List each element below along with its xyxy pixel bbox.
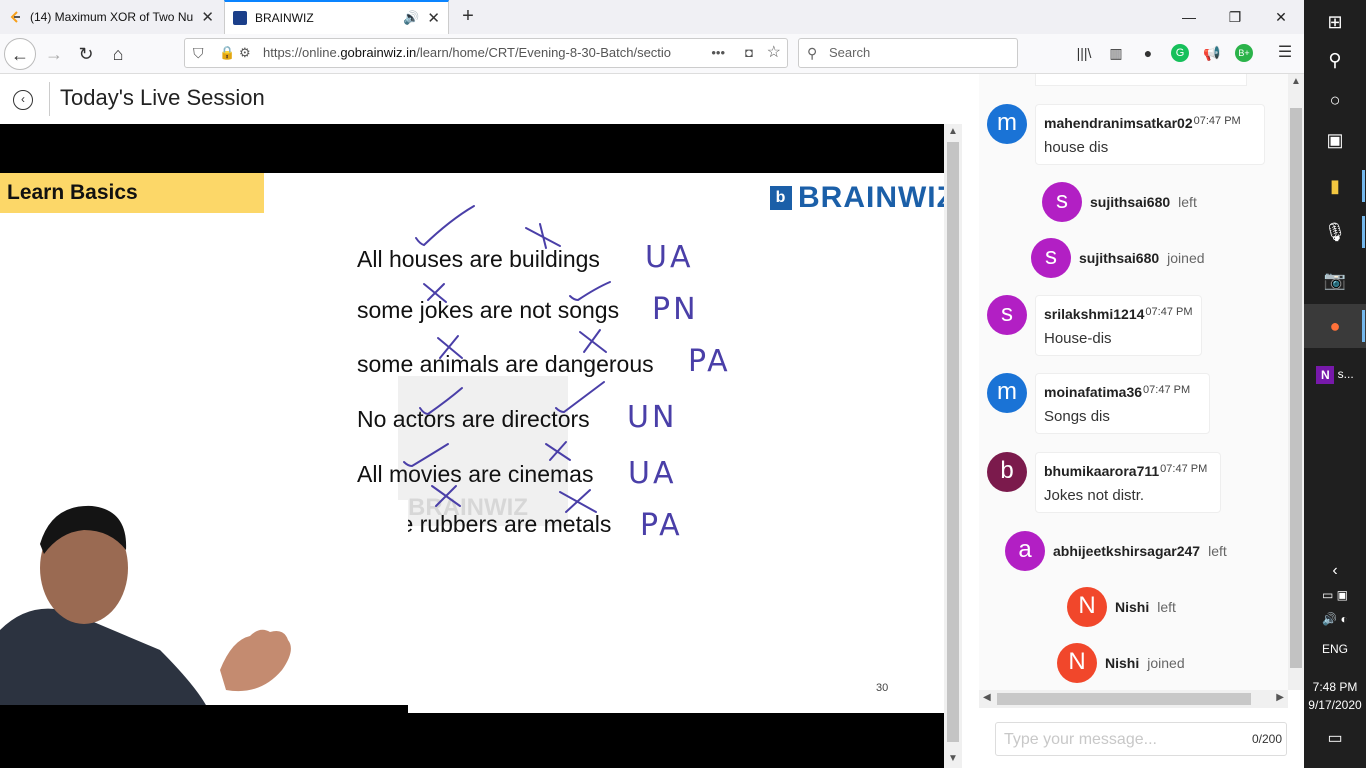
video-scrollbar[interactable]: ▲ ▼ [944, 124, 962, 768]
menu-icon[interactable]: ☰ [1276, 44, 1294, 62]
avatar: a [1005, 531, 1045, 571]
event-username: Nishi [1105, 655, 1140, 671]
message-time: 07:47 PM [1145, 306, 1193, 318]
extension-b-icon[interactable]: B+ [1235, 44, 1253, 62]
clock-time[interactable]: 7:48 PM [1304, 680, 1366, 694]
message-bubble: mahendranimsatkar0207:47 PM house dis [1035, 104, 1265, 165]
close-window-button[interactable]: ✕ [1258, 0, 1304, 34]
chat-scrollbar[interactable]: ▲ [1288, 74, 1304, 690]
message-username: srilakshmi1214 [1044, 306, 1145, 322]
message-text: Jokes not distr. [1044, 487, 1145, 504]
system-tray: ‹ ▭ ▣ 🔊 ◐ ENG 7:48 PM 9/17/2020 ▭ [1304, 560, 1366, 768]
chat-event: N Nishi joined [1057, 643, 1185, 683]
message-username: bhumikaarora711 [1044, 463, 1160, 479]
scroll-right-icon[interactable]: ▶ [1276, 692, 1284, 703]
megaphone-icon[interactable]: 📢 [1203, 44, 1221, 62]
restore-button[interactable]: ❐ [1212, 0, 1258, 34]
message-bubble: moinafatima3607:47 PM Songs dis [1035, 373, 1210, 434]
volume-icon[interactable]: 🔊 ◐ [1304, 612, 1366, 626]
event-username: Nishi [1115, 599, 1150, 615]
task-view-icon[interactable]: ▣ [1304, 118, 1366, 162]
message-time: 07:47 PM [1193, 115, 1241, 127]
event-action: joined [1167, 250, 1205, 266]
avatar: s [1031, 238, 1071, 278]
scrollbar-thumb[interactable] [997, 693, 1251, 705]
onenote-taskbar-item[interactable]: N s... [1304, 352, 1366, 396]
chevron-left-icon[interactable]: ‹ [1304, 562, 1366, 580]
message-bubble: bhumikaarora71107:47 PM Jokes not distr. [1035, 452, 1221, 513]
clock-date[interactable]: 9/17/2020 [1304, 698, 1366, 712]
cortana-icon[interactable]: ○ [1304, 78, 1366, 122]
avatar: m [987, 104, 1027, 144]
message-text: Songs dis [1044, 408, 1110, 425]
message-username: mahendranimsatkar02 [1044, 115, 1193, 131]
firefox-icon[interactable]: ● [1304, 304, 1366, 348]
avatar: s [987, 295, 1027, 335]
message-box: 0/200 [995, 722, 1287, 756]
previous-message-bubble [1035, 74, 1247, 86]
avatar: b [987, 452, 1027, 492]
event-action: left [1157, 599, 1176, 615]
chat-event: s sujithsai680 joined [1031, 238, 1205, 278]
message-text: House-dis [1044, 330, 1112, 347]
scrollbar-thumb[interactable] [1290, 108, 1302, 668]
chat-event: N Nishi left [1067, 587, 1176, 627]
message-time: 07:47 PM [1143, 384, 1191, 396]
avatar: s [1042, 182, 1082, 222]
chat-event: s sujithsai680 left [1042, 182, 1197, 222]
event-username: sujithsai680 [1079, 250, 1160, 266]
event-username: sujithsai680 [1090, 194, 1171, 210]
onenote-icon: N [1316, 365, 1335, 384]
grammarly-icon[interactable]: G [1171, 44, 1189, 62]
presenter-video [0, 500, 408, 713]
event-action: joined [1147, 655, 1185, 671]
account-icon[interactable]: ● [1139, 44, 1157, 62]
message-bubble: srilakshmi121407:47 PM House-dis [1035, 295, 1202, 356]
scroll-left-icon[interactable]: ◀ [983, 692, 991, 703]
battery-network-icons[interactable]: ▭ ▣ [1304, 588, 1366, 602]
chat-event: a abhijeetkshirsagar247 left [1005, 531, 1227, 571]
char-count: 0/200 [1251, 732, 1282, 746]
avatar: N [1057, 643, 1097, 683]
event-action: left [1208, 543, 1227, 559]
avatar: N [1067, 587, 1107, 627]
chat-horizontal-scrollbar[interactable]: ◀ ▶ [979, 690, 1288, 708]
message-time: 07:47 PM [1160, 463, 1208, 475]
language-indicator[interactable]: ENG [1304, 642, 1366, 656]
search-icon[interactable]: ⚲ [1304, 38, 1366, 82]
action-center-icon[interactable]: ▭ [1304, 728, 1366, 748]
message-username: moinafatima36 [1044, 384, 1143, 400]
chat-message-list: m mahendranimsatkar0207:47 PM house dis … [979, 74, 1288, 690]
scroll-up-icon[interactable]: ▲ [948, 126, 958, 137]
scroll-up-icon[interactable]: ▲ [1291, 76, 1301, 87]
minimize-button[interactable]: — [1166, 0, 1212, 34]
slide-page-number: 30 [876, 682, 889, 694]
recorder-icon[interactable]: 🎙 [1304, 210, 1366, 254]
scroll-down-icon[interactable]: ▼ [948, 753, 958, 764]
message-input[interactable] [1004, 729, 1234, 751]
event-username: abhijeetkshirsagar247 [1053, 543, 1201, 559]
file-explorer-icon[interactable]: ▮ [1304, 164, 1366, 208]
message-text: house dis [1044, 139, 1109, 156]
scrollbar-thumb[interactable] [947, 142, 959, 742]
event-action: left [1178, 194, 1197, 210]
sidebar-icon[interactable]: ▥ [1107, 44, 1125, 62]
library-icon[interactable]: |||\ [1075, 44, 1093, 62]
camera-icon[interactable]: 📷 [1304, 258, 1366, 302]
avatar: m [987, 373, 1027, 413]
onenote-label: s... [1337, 367, 1354, 381]
